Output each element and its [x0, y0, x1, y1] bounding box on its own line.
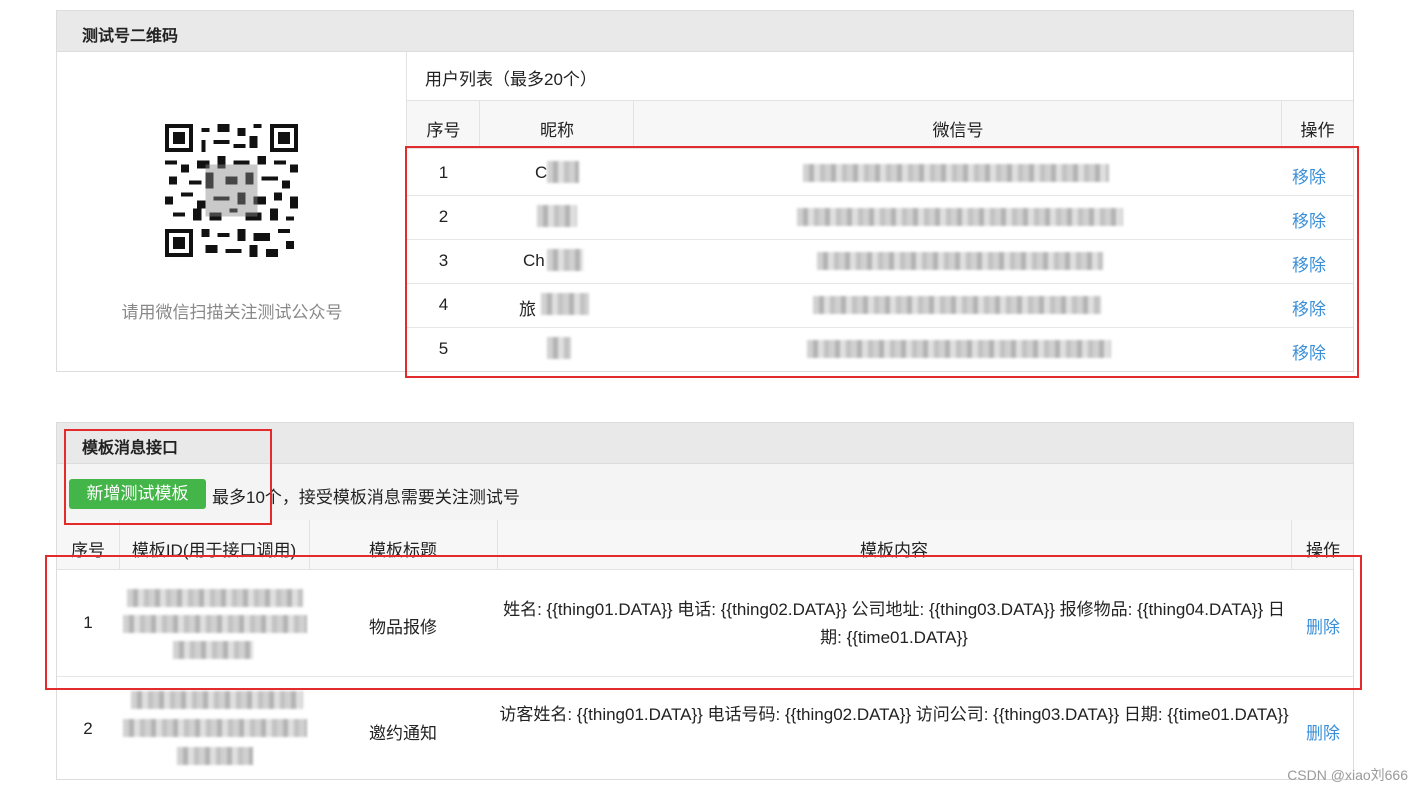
watermark: CSDN @xiao刘666 [1287, 767, 1408, 783]
row-nickname: C [535, 163, 548, 182]
template-content: 访客姓名: {{thing01.DATA}} 电话号码: {{thing02.D… [499, 705, 1289, 724]
template-content: 姓名: {{thing01.DATA}} 电话: {{thing02.DATA}… [503, 600, 1285, 647]
col-index: 序号 [426, 121, 461, 140]
divider [497, 520, 498, 570]
redacted-template-id [123, 615, 307, 633]
row-nickname: 旅 [519, 300, 536, 319]
col-wechat-id: 微信号 [932, 121, 984, 140]
table-row: 1 C 移除 [407, 151, 1353, 195]
redacted-nickname [547, 337, 571, 359]
redacted-wechat-id [797, 208, 1123, 226]
template-title: 物品报修 [369, 618, 437, 637]
user-list-title: 用户列表（最多20个） [425, 70, 597, 89]
divider [479, 100, 480, 149]
col-nickname: 昵称 [540, 121, 574, 140]
divider [309, 520, 310, 570]
col-template-content: 模板内容 [860, 541, 928, 560]
redacted-nickname [537, 205, 577, 227]
divider [633, 100, 634, 149]
user-list-header: 序号 昵称 微信号 操作 [407, 100, 1353, 149]
delete-template-button[interactable]: 删除 [1291, 719, 1353, 744]
template-panel: 模板消息接口 新增测试模板 最多10个，接受模板消息需要关注测试号 序号 模板I… [56, 422, 1354, 780]
template-limit-note: 最多10个，接受模板消息需要关注测试号 [212, 488, 520, 507]
col-action: 操作 [1306, 541, 1340, 560]
table-row: 1 物品报修 姓名: {{thing01.DATA}} 电话: {{thing0… [57, 571, 1353, 676]
redacted-nickname [547, 249, 583, 271]
redacted-wechat-id [803, 164, 1109, 182]
col-action: 操作 [1300, 121, 1335, 140]
qr-caption: 请用微信扫描关注测试公众号 [121, 303, 343, 322]
redacted-template-id [173, 641, 253, 659]
redacted-template-id [127, 589, 303, 607]
redacted-wechat-id [807, 340, 1111, 358]
table-row: 4 旅 移除 [407, 283, 1353, 327]
col-index: 序号 [71, 541, 105, 560]
template-panel-title: 模板消息接口 [82, 440, 179, 457]
redacted-template-id [123, 719, 307, 737]
redacted-wechat-id [813, 296, 1101, 314]
qr-panel-title: 测试号二维码 [82, 28, 179, 45]
remove-user-button[interactable]: 移除 [1292, 207, 1326, 232]
row-index: 1 [83, 613, 93, 632]
table-row: 5 移除 [407, 327, 1353, 371]
qr-panel: 测试号二维码 请用微信扫描关注测试公众号 用户列表（最多20个） 序号 昵称 微… [56, 10, 1354, 372]
row-index: 2 [438, 207, 449, 226]
table-row: 2 邀约通知 访客姓名: {{thing01.DATA}} 电话号码: {{th… [57, 677, 1353, 779]
template-table-header: 序号 模板ID(用于接口调用) 模板标题 模板内容 操作 [57, 520, 1353, 570]
redacted-template-id [177, 747, 253, 765]
redacted-wechat-id [817, 252, 1103, 270]
template-title: 邀约通知 [369, 724, 437, 743]
remove-user-button[interactable]: 移除 [1292, 295, 1326, 320]
qr-code-area: 请用微信扫描关注测试公众号 [57, 52, 407, 371]
qr-code-image [165, 124, 298, 257]
remove-user-button[interactable]: 移除 [1292, 163, 1326, 188]
row-index: 1 [438, 163, 449, 182]
row-nickname: Ch [523, 251, 545, 270]
col-template-id: 模板ID(用于接口调用) [131, 541, 297, 560]
divider [1281, 100, 1282, 149]
divider [1291, 520, 1292, 570]
row-index: 4 [438, 295, 449, 314]
redacted-nickname [547, 161, 579, 183]
table-row: 2 移除 [407, 195, 1353, 239]
row-index: 2 [83, 719, 93, 738]
redacted-template-id [131, 691, 303, 709]
redacted-nickname [541, 293, 589, 315]
table-row: 3 Ch 移除 [407, 239, 1353, 283]
qr-panel-header: 测试号二维码 [57, 11, 1353, 52]
col-template-title: 模板标题 [369, 541, 437, 560]
row-index: 3 [438, 251, 449, 270]
remove-user-button[interactable]: 移除 [1292, 251, 1326, 276]
template-panel-header: 模板消息接口 [57, 423, 1353, 464]
add-template-button[interactable]: 新增测试模板 [69, 479, 206, 509]
remove-user-button[interactable]: 移除 [1292, 339, 1326, 364]
delete-template-button[interactable]: 删除 [1291, 613, 1353, 638]
row-index: 5 [438, 339, 449, 358]
divider [119, 520, 120, 570]
